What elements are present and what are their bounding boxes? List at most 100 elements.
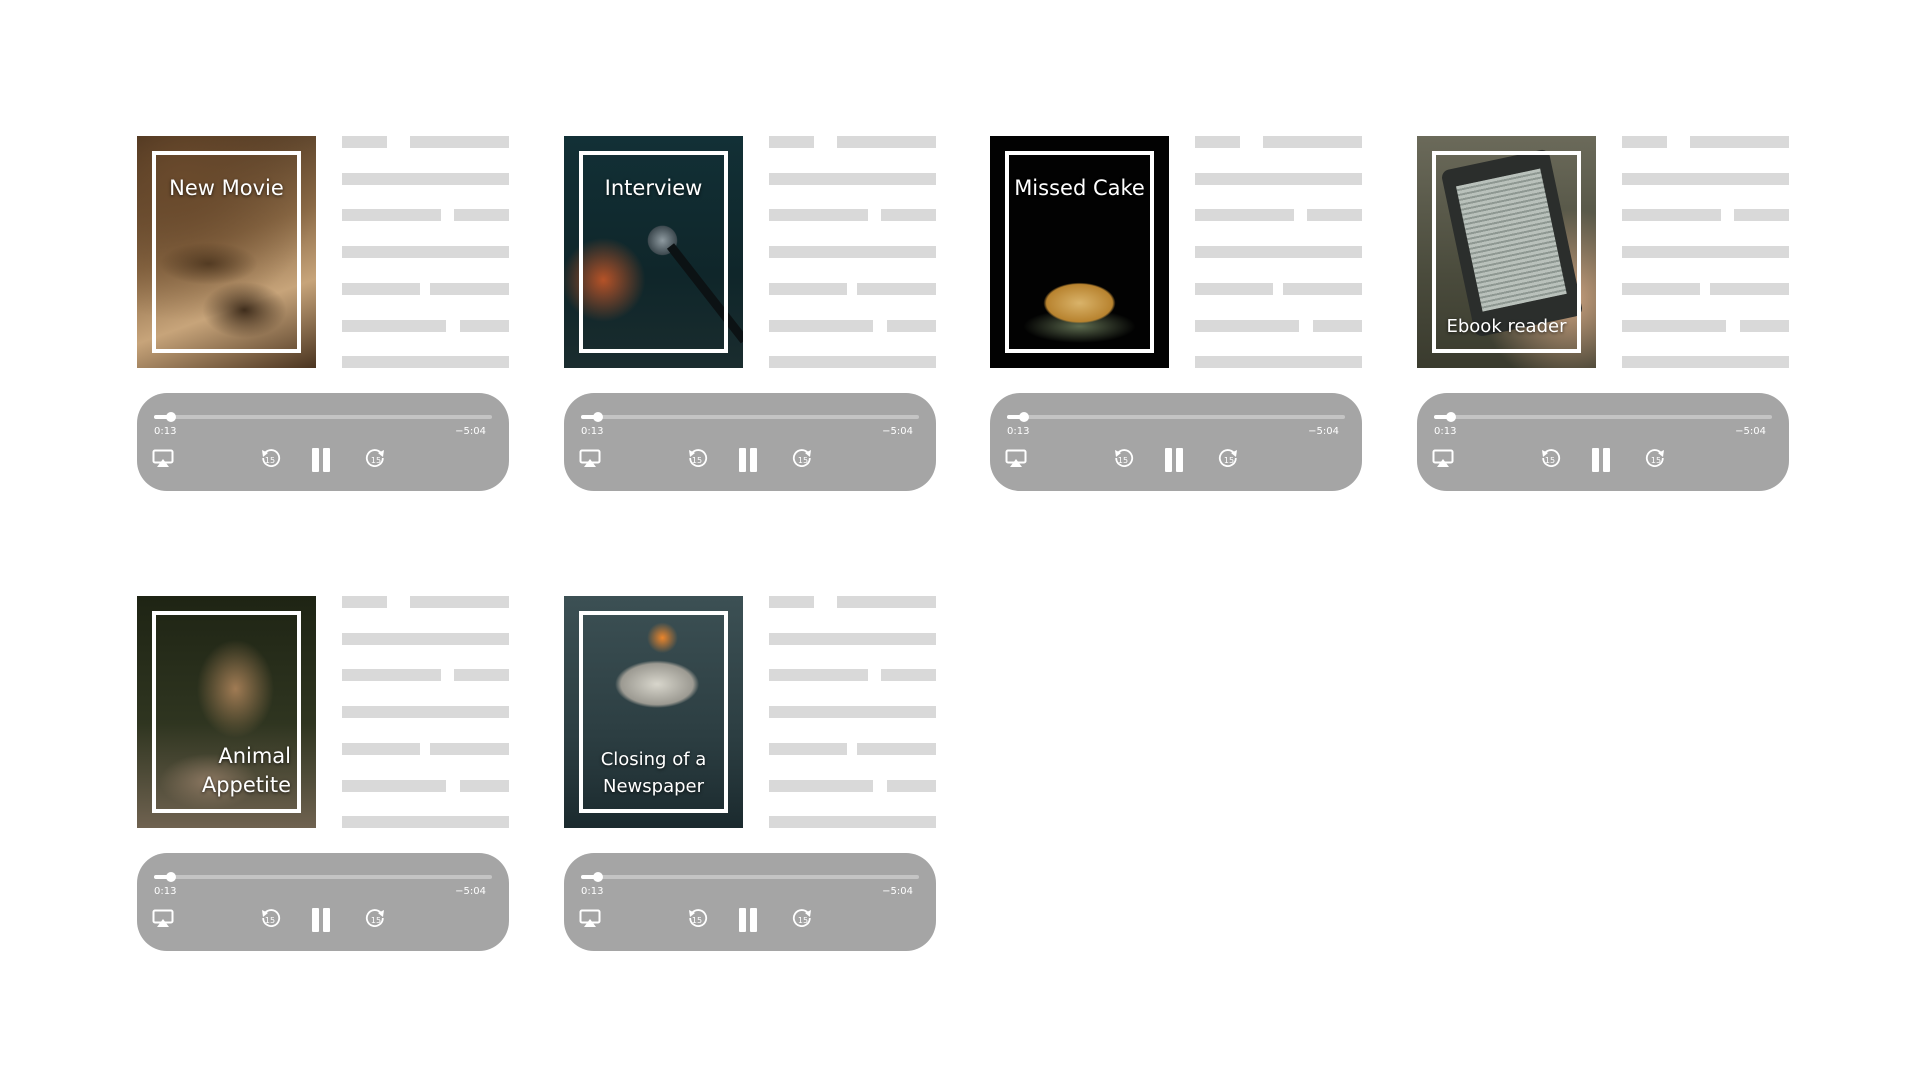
placeholder-line (410, 596, 509, 608)
placeholder-line (1195, 136, 1240, 148)
progress-knob[interactable] (592, 872, 603, 882)
cover-image[interactable]: New Movie (137, 136, 316, 368)
media-card: Missed Cake 0:13 −5:04 15 15 (990, 136, 1362, 491)
cover-title: Ebook reader (1446, 316, 1567, 337)
progress-knob[interactable] (165, 412, 176, 422)
placeholder-line (1622, 136, 1667, 148)
placeholder-line (1263, 136, 1362, 148)
placeholder-line (769, 706, 936, 719)
progress-track[interactable] (1007, 412, 1345, 422)
skip-forward-15-icon[interactable]: 15 (792, 908, 814, 930)
placeholder-line (769, 669, 868, 682)
placeholder-line (769, 246, 936, 259)
progress-knob[interactable] (1018, 412, 1029, 422)
progress-track[interactable] (581, 412, 919, 422)
cover-image[interactable]: Interview (564, 136, 743, 368)
placeholder-line (769, 779, 873, 792)
cover-image[interactable]: Animal Appetite (137, 596, 316, 828)
skip-back-15-icon[interactable]: 15 (686, 448, 708, 470)
progress-knob[interactable] (1445, 412, 1456, 422)
skip-back-15-icon[interactable]: 15 (686, 908, 708, 930)
placeholder-line (837, 136, 936, 148)
audio-player: 0:13 −5:04 15 15 (137, 853, 509, 951)
remaining-time: −5:04 (882, 886, 913, 897)
skip-forward-15-icon[interactable]: 15 (365, 448, 387, 470)
text-placeholder (342, 596, 509, 829)
placeholder-line (769, 136, 814, 148)
placeholder-line (342, 136, 387, 148)
placeholder-line (769, 172, 936, 185)
airplay-icon[interactable] (152, 449, 174, 469)
audio-player: 0:13 −5:04 15 15 (564, 393, 936, 491)
cover-image[interactable]: Ebook reader (1417, 136, 1596, 368)
text-placeholder (1622, 136, 1789, 369)
pause-icon[interactable] (310, 447, 332, 473)
skip-forward-15-icon[interactable]: 15 (792, 448, 814, 470)
media-card: New Movie 0:13 −5:04 15 15 (137, 136, 509, 491)
placeholder-line (342, 779, 446, 792)
pause-icon[interactable] (1163, 447, 1185, 473)
progress-track[interactable] (581, 872, 919, 882)
pause-icon[interactable] (310, 907, 332, 933)
pause-icon[interactable] (737, 907, 759, 933)
cover-title: Closing of a Newspaper (600, 749, 707, 797)
progress-track[interactable] (154, 412, 492, 422)
placeholder-line (769, 209, 868, 222)
placeholder-line (1195, 319, 1299, 332)
placeholder-line (342, 282, 420, 295)
placeholder-line (342, 632, 509, 645)
placeholder-line (342, 596, 387, 608)
text-placeholder (769, 136, 936, 369)
placeholder-line (769, 632, 936, 645)
media-card: Interview 0:13 −5:04 15 15 (564, 136, 936, 491)
progress-track[interactable] (1434, 412, 1772, 422)
svg-text:15: 15 (798, 456, 808, 465)
placeholder-line (881, 669, 936, 682)
skip-forward-15-icon[interactable]: 15 (1218, 448, 1240, 470)
svg-text:15: 15 (692, 456, 702, 465)
skip-forward-15-icon[interactable]: 15 (1645, 448, 1667, 470)
placeholder-line (342, 209, 441, 222)
placeholder-line (460, 319, 509, 332)
svg-text:15: 15 (1651, 456, 1661, 465)
progress-knob[interactable] (592, 412, 603, 422)
svg-text:15: 15 (798, 916, 808, 925)
progress-track[interactable] (154, 872, 492, 882)
skip-back-15-icon[interactable]: 15 (1112, 448, 1134, 470)
placeholder-line (887, 779, 936, 792)
placeholder-line (1313, 319, 1362, 332)
placeholder-line (769, 319, 873, 332)
airplay-icon[interactable] (579, 449, 601, 469)
elapsed-time: 0:13 (154, 426, 177, 437)
progress-knob[interactable] (165, 872, 176, 882)
remaining-time: −5:04 (455, 426, 486, 437)
placeholder-line (837, 596, 936, 608)
placeholder-line (430, 742, 509, 755)
audio-player: 0:13 −5:04 15 15 (990, 393, 1362, 491)
cover-image[interactable]: Closing of a Newspaper (564, 596, 743, 828)
skip-back-15-icon[interactable]: 15 (259, 448, 281, 470)
skip-forward-15-icon[interactable]: 15 (365, 908, 387, 930)
remaining-time: −5:04 (882, 426, 913, 437)
airplay-icon[interactable] (152, 909, 174, 929)
cover-image[interactable]: Missed Cake (990, 136, 1169, 368)
audio-player: 0:13 −5:04 15 15 (137, 393, 509, 491)
placeholder-line (1195, 282, 1273, 295)
airplay-icon[interactable] (1005, 449, 1027, 469)
skip-back-15-icon[interactable]: 15 (1539, 448, 1561, 470)
cover-title: Interview (604, 176, 703, 200)
pause-icon[interactable] (737, 447, 759, 473)
airplay-icon[interactable] (579, 909, 601, 929)
airplay-icon[interactable] (1432, 449, 1454, 469)
text-placeholder (342, 136, 509, 369)
remaining-time: −5:04 (1308, 426, 1339, 437)
placeholder-line (1195, 356, 1362, 369)
placeholder-line (342, 172, 509, 185)
placeholder-line (1622, 172, 1789, 185)
cover-title: Animal Appetite (201, 744, 291, 797)
skip-back-15-icon[interactable]: 15 (259, 908, 281, 930)
placeholder-line (1195, 172, 1362, 185)
svg-text:15: 15 (1545, 456, 1555, 465)
pause-icon[interactable] (1590, 447, 1612, 473)
svg-text:15: 15 (1224, 456, 1234, 465)
